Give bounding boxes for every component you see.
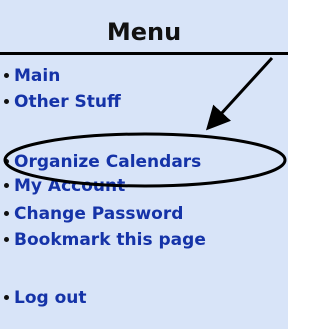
- bullet-icon: [4, 182, 9, 188]
- menu-item-organize-calendars[interactable]: Organize Calendars: [4, 150, 201, 174]
- menu-item-label[interactable]: Change Password: [14, 204, 183, 224]
- menu-list: Main Other Stuff Organize Calendars My A…: [0, 0, 288, 329]
- menu-item-label[interactable]: Organize Calendars: [14, 152, 201, 172]
- menu-item-main[interactable]: Main: [4, 64, 60, 88]
- menu-item-label[interactable]: Main: [14, 66, 60, 86]
- bullet-icon: [4, 236, 9, 242]
- menu-item-label[interactable]: Bookmark this page: [14, 230, 206, 250]
- menu-item-label[interactable]: Log out: [14, 288, 87, 308]
- menu-item-other-stuff[interactable]: Other Stuff: [4, 90, 121, 114]
- menu-item-label[interactable]: My Account: [14, 176, 125, 196]
- menu-item-log-out[interactable]: Log out: [4, 286, 87, 310]
- menu-item-label[interactable]: Other Stuff: [14, 92, 121, 112]
- bullet-icon: [4, 98, 9, 104]
- menu-item-change-password[interactable]: Change Password: [4, 202, 183, 226]
- bullet-icon: [4, 72, 9, 78]
- menu-item-bookmark-page[interactable]: Bookmark this page: [4, 228, 206, 252]
- bullet-icon: [4, 294, 9, 300]
- bullet-icon: [4, 210, 9, 216]
- bullet-icon: [4, 158, 9, 164]
- menu-item-my-account[interactable]: My Account: [4, 174, 125, 198]
- menu-panel: Menu Main Other Stuff Organize Calendars…: [0, 0, 288, 329]
